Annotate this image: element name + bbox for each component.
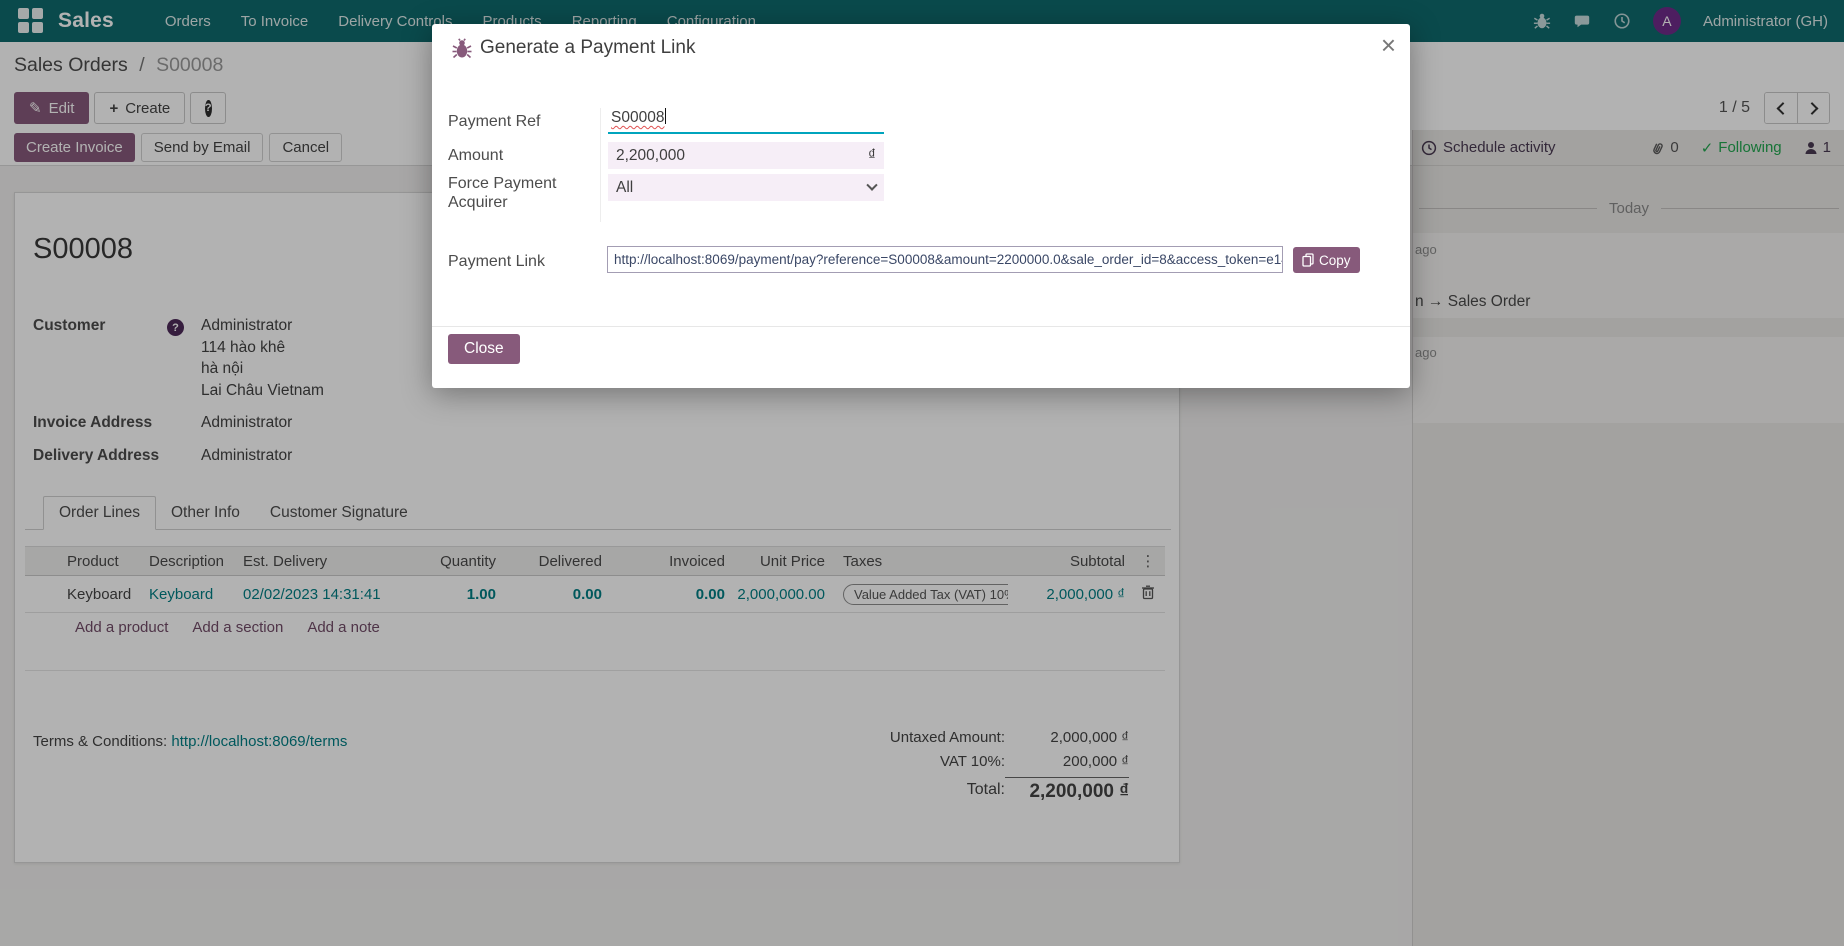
text-caret [665, 108, 666, 124]
payment-ref-label: Payment Ref [448, 112, 593, 131]
copy-button[interactable]: Copy [1293, 247, 1360, 273]
payment-link-input[interactable]: http://localhost:8069/payment/pay?refere… [607, 246, 1283, 273]
generate-payment-link-dialog: Generate a Payment Link × Payment Ref S0… [432, 24, 1410, 388]
force-payment-acquirer-label: Force Payment Acquirer [448, 174, 578, 212]
amount-input[interactable]: 2,200,000 ₫ [608, 142, 884, 169]
payment-ref-input[interactable]: S00008 [608, 108, 884, 134]
payment-link-label: Payment Link [448, 252, 593, 271]
amount-label: Amount [448, 146, 593, 165]
dialog-title: Generate a Payment Link [480, 37, 695, 59]
screen: Sales Orders To Invoice Delivery Control… [0, 0, 1844, 946]
chevron-down-icon [866, 179, 877, 190]
currency-symbol: ₫ [868, 147, 876, 165]
acquirer-select[interactable]: All [608, 174, 884, 201]
dialog-close-button[interactable]: Close [448, 334, 520, 364]
dialog-bug-icon [452, 38, 472, 60]
close-icon[interactable]: × [1381, 30, 1396, 61]
copy-icon [1302, 253, 1314, 267]
